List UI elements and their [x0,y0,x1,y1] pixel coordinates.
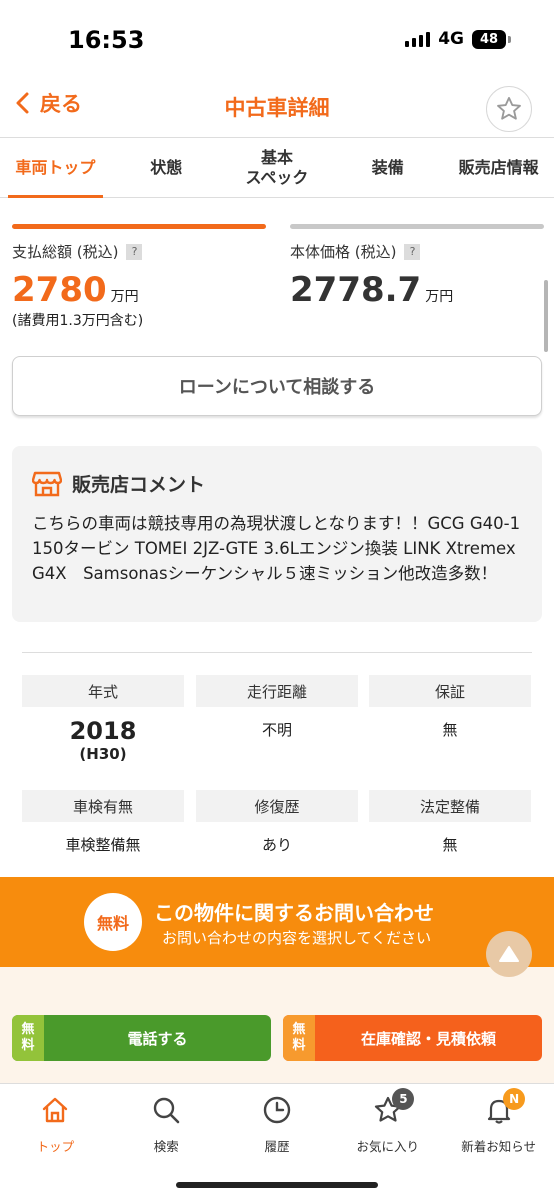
nav-home[interactable]: トップ [0,1084,111,1200]
total-price-value-row: 2780 万円 [12,270,266,310]
body-price-value-row: 2778.7 万円 [290,270,544,310]
tab-equipment[interactable]: 装備 [332,138,443,197]
nav-news-label: 新着お知らせ [461,1139,536,1154]
inquiry-subtitle: お問い合わせの内容を選択してください [162,929,432,947]
phone-call-label: 電話する [127,1029,188,1048]
body-price-indicator [290,224,544,229]
spec-value: 無 [442,721,458,739]
spec-year: 年式 2018 (H30) [22,675,184,763]
home-icon [43,1097,68,1123]
favorite-button[interactable] [486,86,532,132]
scroll-top-button[interactable] [486,931,532,977]
spec-value: あり [261,836,292,854]
stock-estimate-button[interactable]: 無 料 在庫確認・見積依頼 [283,1015,542,1061]
total-price-unit: 万円 [110,289,139,305]
section-divider [22,652,532,653]
help-icon[interactable]: ? [404,243,421,260]
stock-estimate-label: 在庫確認・見積依頼 [360,1029,496,1048]
body-price-unit: 万円 [425,289,454,305]
spec-sub-value: (H30) [79,745,127,763]
spec-inspection: 車検有無 車検整備無 [22,790,184,855]
help-icon[interactable]: ? [126,243,143,260]
spec-warranty: 保証 無 [369,675,531,740]
star-icon [497,96,521,120]
inquiry-title: この物件に関するお問い合わせ [154,901,434,925]
free-tag-bottom: 料 [21,1038,35,1053]
tab-basic-spec-label: 基本 スペック [245,147,309,187]
free-badge: 無料 [84,893,142,951]
body-price-label-row: 本体価格 (税込) ? [290,241,544,262]
favorites-count-badge: 5 [392,1088,415,1110]
body-price-value: 2778.7 [290,270,422,310]
free-tag-top: 無 [21,1022,35,1038]
spec-mileage: 走行距離 不明 [196,675,358,740]
free-tag: 無 料 [12,1015,44,1061]
total-price-label-row: 支払総額 (税込) ? [12,241,266,262]
nav-search-label: 検索 [153,1139,179,1154]
spec-label: 年式 [22,675,184,707]
dealer-comment-body: こちらの車両は競技専用の為現状渡しとなります！！GCG G40-1150タービン… [32,514,521,583]
clock-icon [263,1096,291,1124]
news-badge: N [503,1088,526,1110]
nav-home-label: トップ [36,1139,75,1154]
free-tag-bottom: 料 [292,1038,306,1053]
search-icon [153,1097,180,1124]
tab-basic-spec[interactable]: 基本 スペック [222,138,333,197]
spec-maintenance: 法定整備 無 [369,790,531,855]
spec-label: 保証 [369,675,531,707]
spec-value: 車検整備無 [65,836,141,854]
app-header: 戻る 中古車詳細 [0,78,554,138]
spec-repair-history: 修復歴 あり [196,790,358,855]
tab-bar: 車両トップ 状態 基本 スペック 装備 販売店情報 [0,138,554,198]
battery-icon: 48 [472,29,511,49]
page-title: 中古車詳細 [224,96,330,120]
spec-value: 無 [442,836,458,854]
dealer-comment-card: 販売店コメント こちらの車両は競技専用の為現状渡しとなります！！GCG G40-… [12,446,542,622]
loan-consult-button[interactable]: ローンについて相談する [12,356,542,416]
spec-label: 車検有無 [22,790,184,822]
free-tag: 無 料 [283,1015,315,1061]
network-type: 4G [438,29,464,49]
total-price-label: 支払総額 (税込) [12,243,119,261]
phone-call-button[interactable]: 無 料 電話する [12,1015,271,1061]
spec-value: 2018 [69,717,137,745]
home-indicator [176,1182,378,1188]
status-indicators: 4G 48 [405,29,511,49]
spec-label: 修復歴 [196,790,358,822]
status-time: 16:53 [68,26,145,54]
total-price-block: 支払総額 (税込) ? 2780 万円 (諸費用1.3万円含む) [12,224,266,330]
dealer-comment-header: 販売店コメント [32,468,524,498]
nav-favorites-label: お気に入り [356,1139,420,1154]
total-price-indicator [12,224,266,229]
nav-news[interactable]: N 新着お知らせ [443,1084,554,1200]
spec-label: 走行距離 [196,675,358,707]
triangle-up-icon [499,946,519,962]
total-price-note: (諸費用1.3万円含む) [12,313,144,329]
dealer-comment-title: 販売店コメント [72,473,206,496]
body-price-label: 本体価格 (税込) [290,243,397,261]
tab-vehicle-top[interactable]: 車両トップ [0,138,111,198]
shop-icon [32,471,62,497]
tab-condition[interactable]: 状態 [111,138,222,197]
signal-icon [405,31,431,47]
status-bar: 16:53 4G 48 [0,0,554,72]
tab-dealer-info[interactable]: 販売店情報 [443,138,554,197]
scrollbar[interactable] [544,280,548,352]
nav-history-label: 履歴 [264,1139,290,1154]
body-price-block: 本体価格 (税込) ? 2778.7 万円 [290,224,544,310]
total-price-value: 2780 [12,270,107,310]
free-tag-top: 無 [292,1022,306,1038]
inquiry-banner: 無料 この物件に関するお問い合わせ お問い合わせの内容を選択してください [0,877,554,978]
spec-value: 不明 [261,721,292,739]
spec-label: 法定整備 [369,790,531,822]
